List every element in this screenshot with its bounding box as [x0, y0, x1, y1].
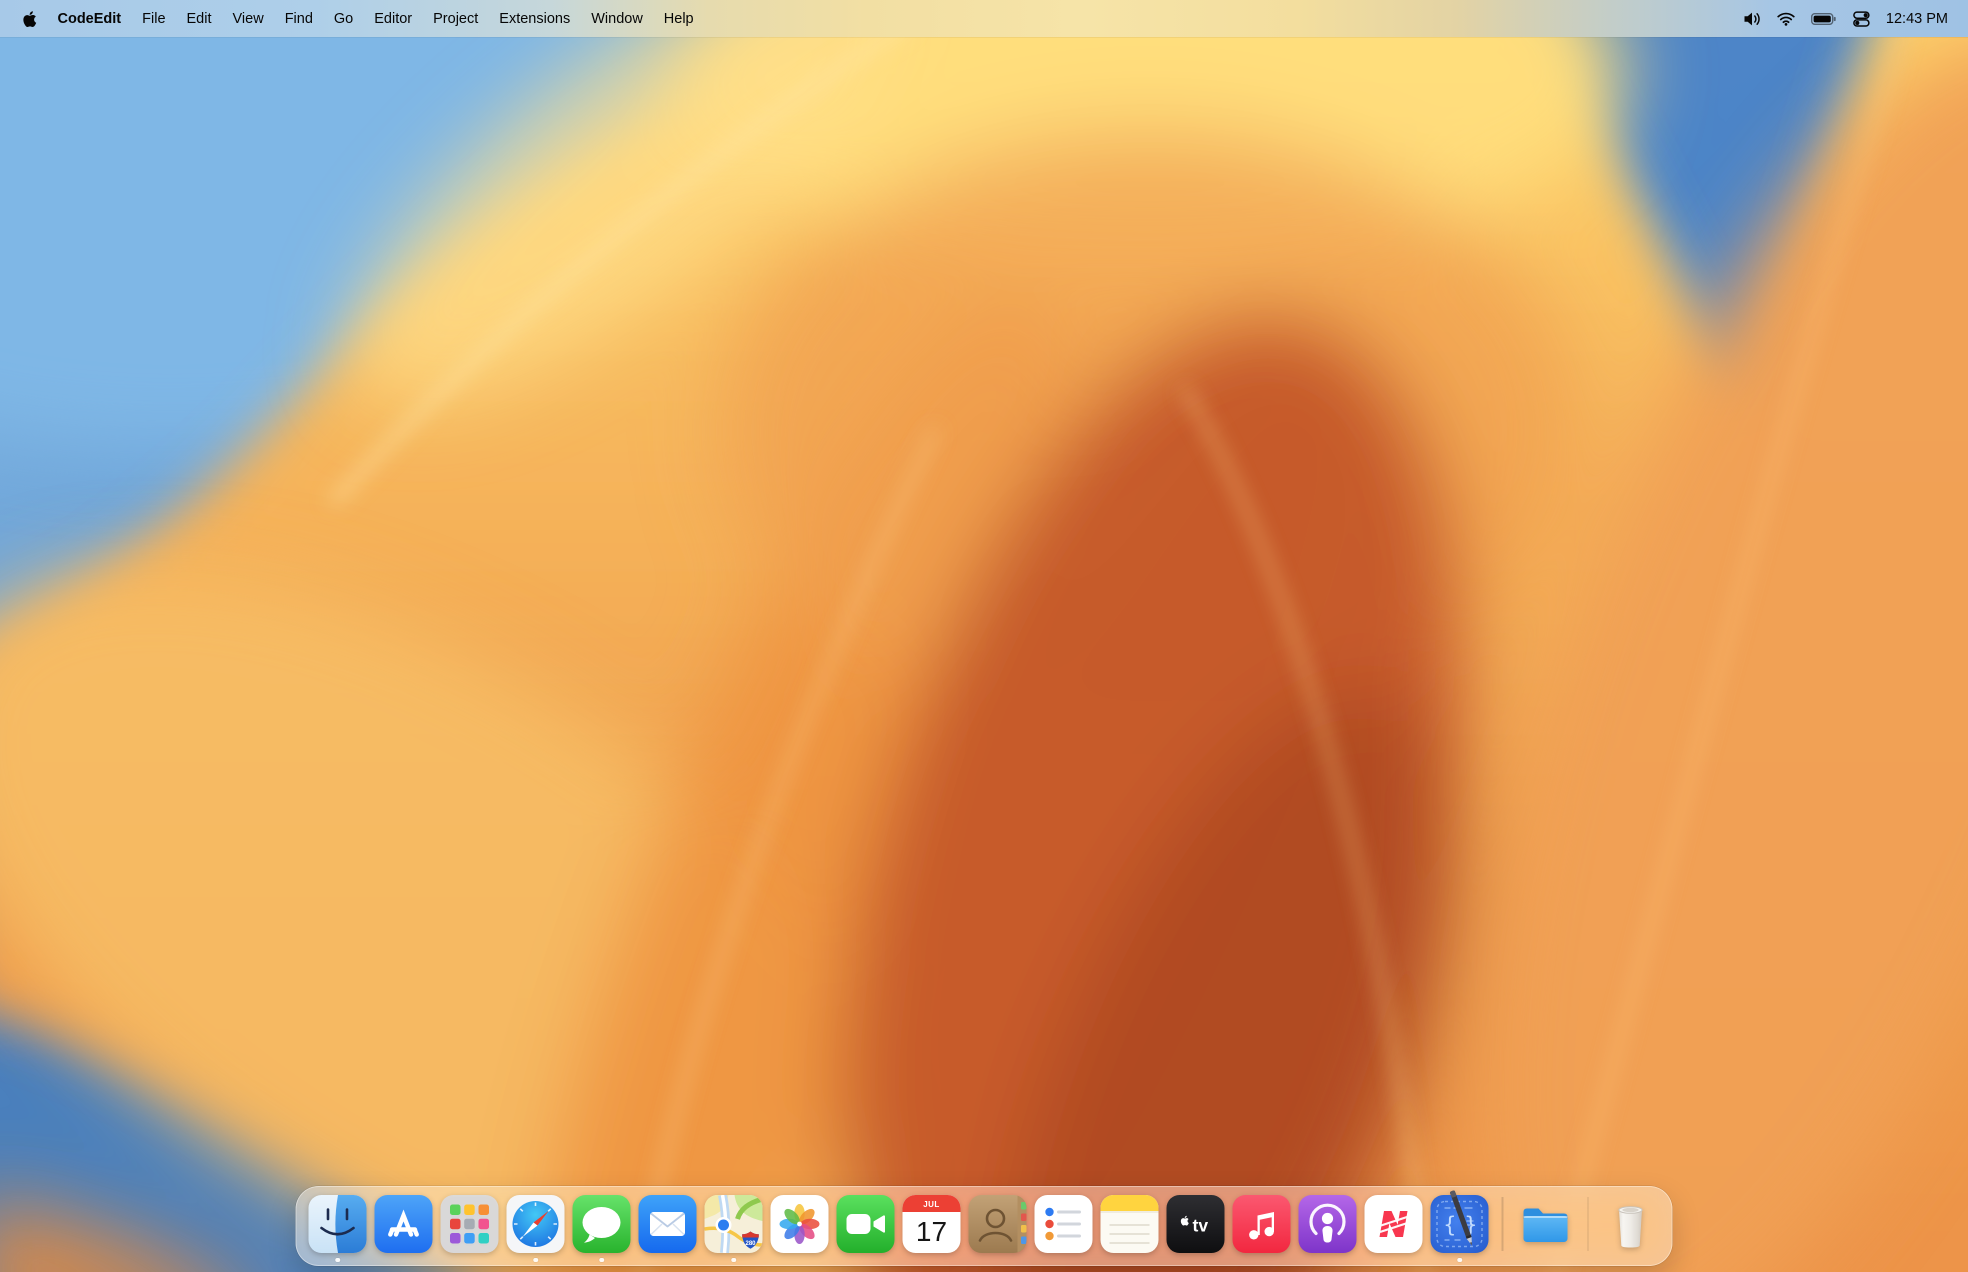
- launchpad-icon: [441, 1195, 499, 1253]
- folder-icon: [1516, 1195, 1574, 1253]
- dock-item-tv[interactable]: tv: [1167, 1195, 1225, 1265]
- dock-item-trash[interactable]: [1602, 1195, 1660, 1265]
- dock: 280: [296, 1186, 1673, 1266]
- dock-item-podcasts[interactable]: [1299, 1195, 1357, 1265]
- dock-item-codeedit[interactable]: { }: [1431, 1195, 1489, 1265]
- codeedit-icon: { }: [1431, 1195, 1489, 1253]
- control-center-icon[interactable]: [1853, 0, 1870, 37]
- dock-item-messages[interactable]: [573, 1195, 631, 1265]
- dock-item-news[interactable]: [1365, 1195, 1423, 1265]
- menu-bar-status: 12:43 PM: [1735, 0, 1968, 37]
- dock-item-contacts[interactable]: [969, 1195, 1027, 1265]
- facetime-icon: [837, 1195, 895, 1253]
- menu-bar-clock[interactable]: 12:43 PM: [1886, 11, 1948, 27]
- running-indicator: [1457, 1258, 1462, 1263]
- dock-separator: [1587, 1197, 1589, 1251]
- svg-text:280: 280: [745, 1241, 756, 1247]
- menu-app-name[interactable]: CodeEdit: [47, 0, 132, 37]
- apple-logo-icon: [22, 10, 37, 28]
- ventura-wallpaper-art: [0, 0, 1968, 1272]
- svg-text:17: 17: [916, 1216, 947, 1247]
- menu-extensions[interactable]: Extensions: [489, 0, 581, 37]
- dock-item-facetime[interactable]: [837, 1195, 895, 1265]
- news-icon: [1365, 1195, 1423, 1253]
- battery-icon[interactable]: [1811, 0, 1837, 37]
- music-icon: [1233, 1195, 1291, 1253]
- menu-help[interactable]: Help: [653, 0, 704, 37]
- running-indicator: [335, 1258, 340, 1263]
- messages-icon: [573, 1195, 631, 1253]
- wifi-icon[interactable]: [1777, 0, 1795, 37]
- reminders-icon: [1035, 1195, 1093, 1253]
- dock-item-safari[interactable]: [507, 1195, 565, 1265]
- running-indicator: [731, 1258, 736, 1263]
- dock-item-calendar[interactable]: JUL 17: [903, 1195, 961, 1265]
- dock-item-folder[interactable]: [1516, 1195, 1574, 1265]
- svg-text:tv: tv: [1193, 1216, 1209, 1236]
- menu-go[interactable]: Go: [323, 0, 363, 37]
- menu-bar-left: CodeEdit File Edit View Find Go Editor P…: [0, 0, 704, 37]
- menu-window[interactable]: Window: [581, 0, 654, 37]
- podcasts-icon: [1299, 1195, 1357, 1253]
- menu-edit[interactable]: Edit: [176, 0, 222, 37]
- svg-text:JUL: JUL: [923, 1200, 940, 1209]
- menu-view[interactable]: View: [222, 0, 274, 37]
- photos-icon: [771, 1195, 829, 1253]
- dock-item-music[interactable]: [1233, 1195, 1291, 1265]
- dock-item-notes[interactable]: [1101, 1195, 1159, 1265]
- apple-menu[interactable]: [22, 0, 37, 37]
- calendar-icon: JUL 17: [903, 1195, 961, 1253]
- dock-item-finder[interactable]: [309, 1195, 367, 1265]
- app-store-icon: [375, 1195, 433, 1253]
- trash-icon: [1602, 1195, 1660, 1253]
- maps-icon: 280: [705, 1195, 763, 1253]
- dock-item-launchpad[interactable]: [441, 1195, 499, 1265]
- dock-item-app-store[interactable]: [375, 1195, 433, 1265]
- apple-tv-icon: tv: [1167, 1195, 1225, 1253]
- contacts-icon: [969, 1195, 1027, 1253]
- volume-icon[interactable]: [1743, 0, 1761, 37]
- svg-text:{: {: [1444, 1213, 1457, 1237]
- menu-project[interactable]: Project: [423, 0, 489, 37]
- menu-file[interactable]: File: [132, 0, 176, 37]
- dock-separator: [1502, 1197, 1504, 1251]
- desktop-wallpaper: [0, 0, 1968, 1272]
- mail-icon: [639, 1195, 697, 1253]
- dock-item-maps[interactable]: 280: [705, 1195, 763, 1265]
- dock-item-mail[interactable]: [639, 1195, 697, 1265]
- dock-item-photos[interactable]: [771, 1195, 829, 1265]
- dock-item-reminders[interactable]: [1035, 1195, 1093, 1265]
- notes-icon: [1101, 1195, 1159, 1253]
- menu-editor[interactable]: Editor: [364, 0, 423, 37]
- running-indicator: [533, 1258, 538, 1263]
- menu-find[interactable]: Find: [274, 0, 323, 37]
- menu-bar: CodeEdit File Edit View Find Go Editor P…: [0, 0, 1968, 37]
- running-indicator: [599, 1258, 604, 1263]
- safari-icon: [507, 1195, 565, 1253]
- finder-icon: [309, 1195, 367, 1253]
